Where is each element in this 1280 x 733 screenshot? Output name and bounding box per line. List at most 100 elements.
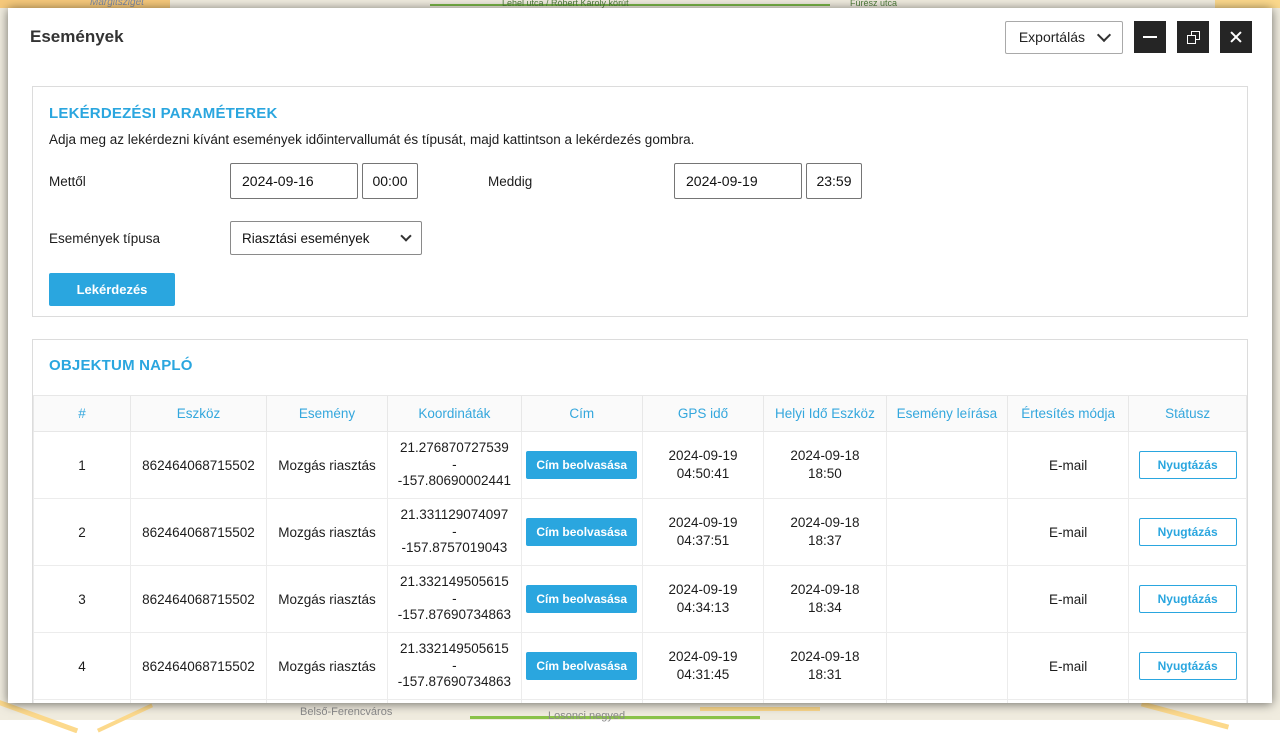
map-road (97, 704, 153, 733)
cell-notification: E-mail (1007, 633, 1128, 700)
gps-time: 04:31:45 (647, 666, 759, 684)
gps-date: 2024-09-19 (647, 648, 759, 666)
empty-cell (266, 700, 387, 704)
query-panel-description: Adja meg az lekérdezni kívánt események … (49, 132, 1231, 147)
map-road (430, 4, 830, 6)
query-parameters-panel: LEKÉRDEZÉSI PARAMÉTEREK Adja meg az leké… (32, 86, 1248, 317)
table-header-row: # Eszköz Esemény Koordináták Cím GPS idő… (34, 396, 1247, 432)
map-road (1215, 0, 1280, 8)
from-date-input[interactable] (230, 163, 358, 199)
cell-device: 862464068715502 (131, 499, 267, 566)
local-date: 2024-09-18 (768, 447, 882, 465)
date-range-row: Mettől Meddig (49, 163, 1231, 199)
to-label: Meddig (488, 174, 674, 189)
cell-status: Nyugtázás (1129, 566, 1247, 633)
coordinate-lat: 21.331129074097 (392, 507, 516, 524)
restore-icon (1187, 31, 1200, 44)
column-header-device: Eszköz (131, 396, 267, 432)
cell-row-number: 2 (34, 499, 131, 566)
coordinate-separator: - (392, 457, 516, 474)
close-button[interactable] (1220, 21, 1252, 53)
event-type-label: Események típusa (49, 231, 230, 246)
local-time: 18:34 (768, 599, 882, 617)
coordinate-lon: -157.8757019043 (392, 540, 516, 557)
acknowledge-button[interactable]: Nyugtázás (1139, 518, 1237, 546)
empty-cell (388, 700, 521, 704)
minimize-button[interactable] (1134, 21, 1166, 53)
cell-local-time: 2024-09-18 18:34 (764, 566, 887, 633)
empty-cell (1007, 700, 1128, 704)
table-row: 4 862464068715502 Mozgás riasztás 21.332… (34, 633, 1247, 700)
export-button[interactable]: Exportálás (1005, 21, 1123, 54)
cell-address: Cím beolvasása (521, 566, 642, 633)
cell-notification: E-mail (1007, 432, 1128, 499)
empty-cell (521, 700, 642, 704)
map-road (1141, 701, 1229, 729)
column-header-number: # (34, 396, 131, 432)
map-road (0, 698, 78, 733)
cell-status: Nyugtázás (1129, 499, 1247, 566)
local-date: 2024-09-18 (768, 581, 882, 599)
column-header-coordinates: Koordináták (388, 396, 521, 432)
cell-description (886, 633, 1007, 700)
gps-time: 04:37:51 (647, 532, 759, 550)
dialog-content: LEKÉRDEZÉSI PARAMÉTEREK Adja meg az leké… (8, 66, 1272, 703)
local-time: 18:50 (768, 465, 882, 483)
cell-local-time: 2024-09-18 18:50 (764, 432, 887, 499)
chevron-down-icon (1097, 28, 1111, 42)
to-time-input[interactable] (806, 163, 862, 199)
map-label-district: Belső-Ferencváros (300, 706, 392, 718)
cell-coordinates: 21.331129074097 - -157.8757019043 (388, 499, 521, 566)
gps-time: 04:34:13 (647, 599, 759, 617)
cell-local-time: 2024-09-18 18:31 (764, 633, 887, 700)
event-type-select[interactable]: Riasztási események (230, 221, 422, 255)
cell-device: 862464068715502 (131, 633, 267, 700)
column-header-local-time: Helyi Idő Eszköz (764, 396, 887, 432)
coordinate-separator: - (392, 658, 516, 675)
column-header-gps-time: GPS idő (642, 396, 763, 432)
gps-time: 04:50:41 (647, 465, 759, 483)
cell-event: Mozgás riasztás (266, 633, 387, 700)
map-road (700, 707, 820, 711)
acknowledge-button[interactable]: Nyugtázás (1139, 652, 1237, 680)
cell-notification: E-mail (1007, 499, 1128, 566)
cell-coordinates: 21.332149505615 - -157.87690734863 (388, 566, 521, 633)
read-address-button[interactable]: Cím beolvasása (526, 518, 637, 546)
map-label-street: Lehel utca / Róbert Károly körút (502, 0, 629, 8)
cell-status: Nyugtázás (1129, 432, 1247, 499)
coordinate-separator: - (392, 524, 516, 541)
from-label: Mettől (49, 174, 230, 189)
cell-description (886, 499, 1007, 566)
read-address-button[interactable]: Cím beolvasása (526, 451, 637, 479)
dialog-header: Események Exportálás (8, 8, 1272, 66)
table-row: 2 862464068715502 Mozgás riasztás 21.331… (34, 499, 1247, 566)
empty-cell (886, 700, 1007, 704)
read-address-button[interactable]: Cím beolvasása (526, 652, 637, 680)
to-date-input[interactable] (674, 163, 802, 199)
empty-cell (34, 700, 131, 704)
acknowledge-button[interactable]: Nyugtázás (1139, 585, 1237, 613)
event-type-selected-value: Riasztási események (242, 231, 370, 246)
gps-date: 2024-09-19 (647, 581, 759, 599)
cell-address: Cím beolvasása (521, 633, 642, 700)
acknowledge-button[interactable]: Nyugtázás (1139, 451, 1237, 479)
table-row: 1 862464068715502 Mozgás riasztás 21.276… (34, 432, 1247, 499)
read-address-button[interactable]: Cím beolvasása (526, 585, 637, 613)
events-dialog: Események Exportálás LEKÉRDEZÉSI PARAMÉT… (8, 8, 1272, 703)
query-button[interactable]: Lekérdezés (49, 273, 175, 306)
empty-cell (642, 700, 763, 704)
cell-description (886, 566, 1007, 633)
local-time: 18:31 (768, 666, 882, 684)
cell-gps-time: 2024-09-19 04:37:51 (642, 499, 763, 566)
from-time-input[interactable] (362, 163, 418, 199)
map-label-island: Margitsziget (90, 0, 144, 8)
coordinate-lat: 21.332149505615 (392, 574, 516, 591)
local-time: 18:37 (768, 532, 882, 550)
map-road (0, 0, 170, 8)
empty-cell (131, 700, 267, 704)
events-table: # Eszköz Esemény Koordináták Cím GPS idő… (33, 395, 1247, 703)
cell-status: Nyugtázás (1129, 633, 1247, 700)
cell-address: Cím beolvasása (521, 499, 642, 566)
cell-gps-time: 2024-09-19 04:31:45 (642, 633, 763, 700)
restore-button[interactable] (1177, 21, 1209, 53)
